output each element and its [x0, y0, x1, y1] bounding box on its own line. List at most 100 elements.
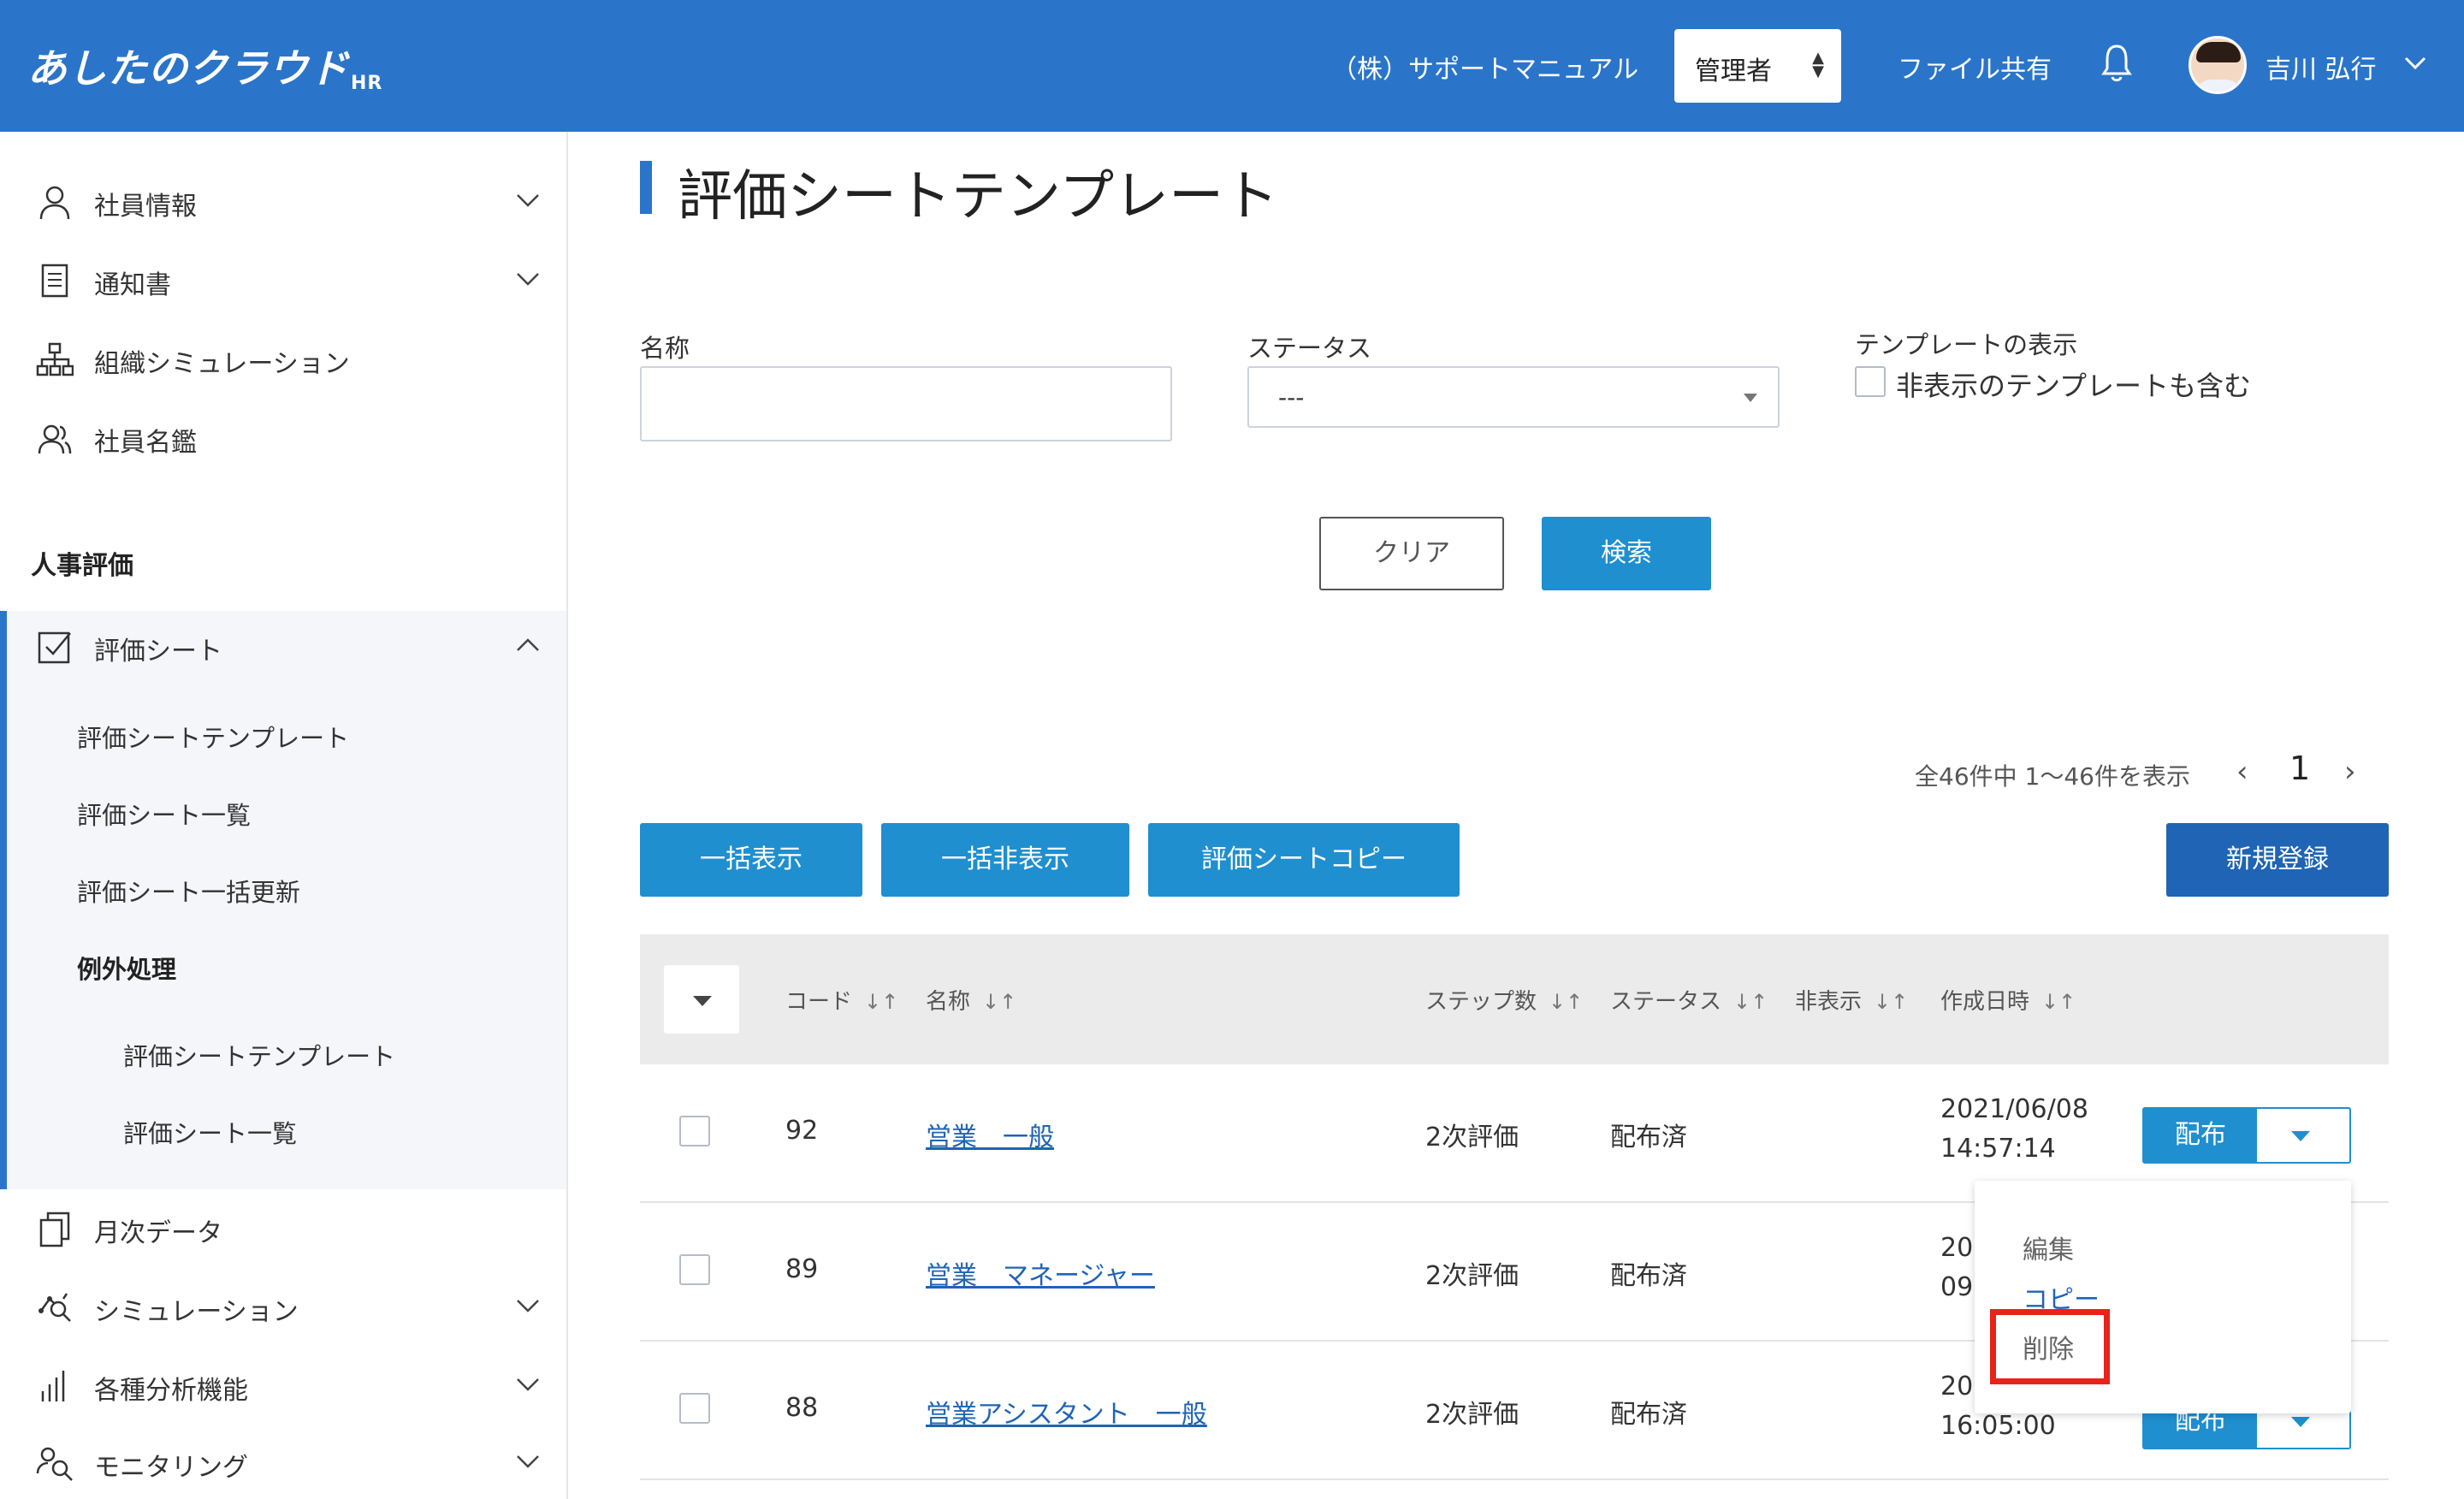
sidebar-subitem-bulk-update[interactable]: 評価シート一括更新: [77, 873, 300, 909]
copy-icon: [39, 1212, 70, 1247]
pagination-next[interactable]: ›: [2344, 755, 2356, 789]
sidebar-subitem-list[interactable]: 評価シート一覧: [77, 796, 251, 832]
row-checkbox[interactable]: [679, 1116, 710, 1146]
chevron-down-icon[interactable]: [2404, 51, 2426, 74]
sort-icon: ↓↑: [2041, 990, 2076, 1014]
cell-name-link[interactable]: 営業アシスタント 一般: [926, 1393, 1207, 1431]
search-button[interactable]: 検索: [1542, 517, 1711, 590]
menu-item-edit[interactable]: 編集: [2023, 1229, 2074, 1266]
copy-sheet-button[interactable]: 評価シートコピー: [1148, 823, 1460, 897]
th-hidden[interactable]: 非表示 ↓↑: [1795, 984, 1908, 1016]
chevron-down-icon: [517, 1378, 539, 1391]
sidebar-item-org-simulation[interactable]: 組織シミュレーション: [0, 323, 566, 392]
file-share-link[interactable]: ファイル共有: [1898, 48, 2052, 86]
avatar[interactable]: [2189, 36, 2247, 94]
sidebar-item-monthly-data[interactable]: 月次データ: [0, 1193, 566, 1261]
sort-icon: ↓↑: [1874, 990, 1909, 1014]
name-label: 名称: [640, 334, 690, 363]
row-checkbox[interactable]: [679, 1393, 710, 1424]
th-steps[interactable]: ステップ数 ↓↑: [1425, 984, 1583, 1016]
updown-icon: ▲ ▼: [1812, 49, 1824, 80]
title-accent-bar: [640, 161, 652, 214]
top-header: あしたのクラウドHR （株）サポートマニュアル 管理者 ▲ ▼ ファイル共有 吉川…: [0, 0, 2464, 132]
cell-status: 配布済: [1610, 1123, 1687, 1152]
sidebar-subitem-template[interactable]: 評価シートテンプレート: [77, 719, 349, 755]
org-chart-icon: [36, 342, 74, 376]
simulation-icon: [38, 1293, 71, 1322]
display-label: テンプレートの表示: [1855, 330, 2078, 359]
sidebar-subitem-exception[interactable]: 例外処理: [77, 950, 176, 986]
row-checkbox[interactable]: [679, 1254, 710, 1285]
cell-code: 92: [785, 1116, 819, 1146]
sidebar-item-notices[interactable]: 通知書: [0, 245, 566, 313]
cell-code: 88: [785, 1393, 819, 1423]
sidebar-item-eval-sheet[interactable]: 評価シート: [0, 611, 566, 679]
chevron-down-icon: [517, 273, 539, 286]
select-all-toggle[interactable]: [664, 965, 739, 1034]
pagination-prev[interactable]: ‹: [2236, 755, 2248, 789]
sidebar: 社員情報 通知書 組織シミュレーション 社員名鑑 人事評価 評価シート 評価シー…: [0, 132, 568, 1499]
th-code[interactable]: コード ↓↑: [785, 984, 898, 1016]
cell-name-link[interactable]: 営業 マネージャー: [926, 1254, 1155, 1292]
people-icon: [38, 424, 72, 454]
sort-icon: ↓↑: [864, 990, 899, 1014]
page-title: 評価シートテンプレート: [678, 165, 1279, 228]
sidebar-exception-template[interactable]: 評価シートテンプレート: [123, 1037, 395, 1073]
th-name[interactable]: 名称 ↓↑: [926, 984, 1016, 1016]
sort-icon: ↓↑: [1733, 990, 1768, 1014]
distribute-split-button: 配布: [2142, 1107, 2351, 1164]
cell-steps: 2次評価: [1425, 1261, 1519, 1291]
table-header: コード ↓↑ 名称 ↓↑ ステップ数 ↓↑ ステータス ↓↑ 非表示 ↓↑ 作成日時 ↓↑: [640, 934, 2389, 1064]
bar-chart-icon: [41, 1371, 65, 1401]
section-title-hr-eval: 人事評価: [31, 551, 133, 581]
bell-icon[interactable]: [2101, 43, 2132, 84]
document-icon: [41, 264, 68, 298]
delete-highlight-box: [1990, 1309, 2110, 1384]
sort-icon: ↓↑: [1549, 990, 1584, 1014]
dropdown-toggle-icon[interactable]: [2291, 1131, 2310, 1141]
include-hidden-label[interactable]: 非表示のテンプレートも含む: [1896, 364, 2251, 404]
chevron-down-icon: [517, 1455, 539, 1468]
bulk-show-button[interactable]: 一括表示: [640, 823, 862, 897]
th-created[interactable]: 作成日時 ↓↑: [1940, 984, 2076, 1016]
distribute-button[interactable]: 配布: [2144, 1109, 2257, 1162]
role-select[interactable]: 管理者 ▲ ▼: [1674, 29, 1841, 103]
pagination-summary: 全46件中 1〜46件を表示: [1915, 762, 2190, 791]
sidebar-item-simulation[interactable]: シミュレーション: [0, 1271, 566, 1340]
user-name[interactable]: 吉川 弘行: [2266, 48, 2377, 86]
cell-steps: 2次評価: [1425, 1123, 1519, 1152]
person-icon: [39, 186, 70, 220]
pagination-page[interactable]: 1: [2289, 750, 2310, 787]
sidebar-item-analytics[interactable]: 各種分析機能: [0, 1350, 566, 1419]
monitor-search-icon: [36, 1447, 73, 1481]
caret-down-icon: [1744, 394, 1757, 402]
cell-name-link[interactable]: 営業 一般: [926, 1116, 1054, 1153]
status-label: ステータス: [1247, 334, 1372, 363]
company-name: （株）サポートマニュアル: [1331, 55, 1639, 85]
name-input[interactable]: [640, 366, 1172, 441]
dropdown-toggle-icon[interactable]: [2291, 1417, 2310, 1427]
app-logo[interactable]: あしたのクラウドHR: [27, 38, 382, 94]
new-register-button[interactable]: 新規登録: [2166, 823, 2389, 897]
sort-icon: ↓↑: [982, 990, 1017, 1014]
checkbox-icon: [38, 631, 71, 664]
chevron-down-icon: [517, 1300, 539, 1312]
sidebar-item-directory[interactable]: 社員名鑑: [0, 402, 566, 471]
chevron-down-icon: [517, 194, 539, 207]
clear-button[interactable]: クリア: [1319, 517, 1504, 590]
status-select[interactable]: ---: [1247, 366, 1780, 428]
th-status[interactable]: ステータス ↓↑: [1610, 984, 1768, 1016]
chevron-up-icon: [517, 638, 539, 651]
sidebar-item-employee-info[interactable]: 社員情報: [0, 166, 566, 234]
bulk-hide-button[interactable]: 一括非表示: [881, 823, 1129, 897]
cell-code: 89: [785, 1254, 819, 1284]
caret-down-icon: [693, 996, 712, 1006]
include-hidden-checkbox[interactable]: [1855, 366, 1886, 397]
cell-status: 配布済: [1610, 1261, 1687, 1291]
cell-steps: 2次評価: [1425, 1400, 1519, 1430]
eval-sheet-group: 評価シート 評価シートテンプレート 評価シート一覧 評価シート一括更新 例外処理…: [0, 611, 566, 1189]
sidebar-item-monitoring[interactable]: モニタリング: [0, 1427, 566, 1496]
sidebar-exception-list[interactable]: 評価シート一覧: [123, 1114, 297, 1150]
cell-status: 配布済: [1610, 1400, 1687, 1430]
cell-created: 2021/06/08 14:57:14: [1940, 1094, 2088, 1164]
